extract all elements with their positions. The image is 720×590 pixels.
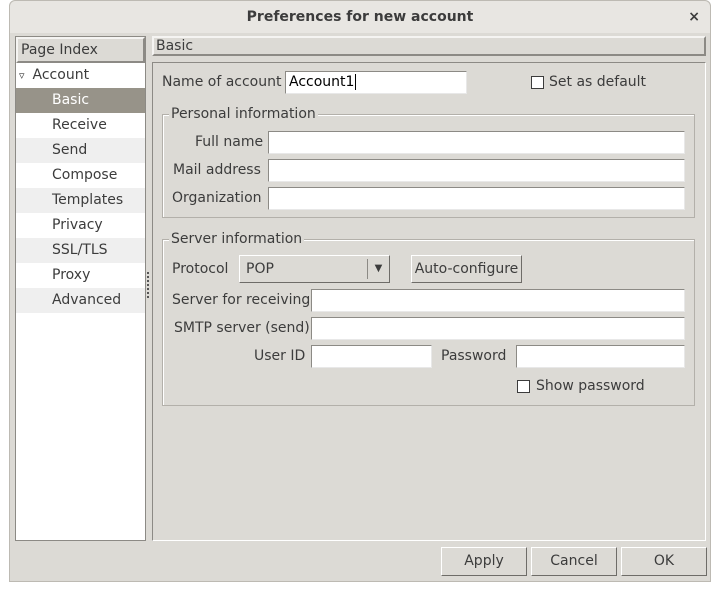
- pane-resize-handle[interactable]: [147, 272, 150, 298]
- protocol-dropdown[interactable]: POP ▼: [239, 255, 390, 283]
- server-receiving-input[interactable]: [311, 289, 685, 312]
- page-header: Basic: [152, 36, 706, 56]
- tree-item-basic[interactable]: Basic: [16, 88, 145, 113]
- protocol-label: Protocol: [172, 261, 229, 277]
- tree-item-label: Account: [32, 67, 90, 83]
- page-index-header[interactable]: Page Index: [16, 37, 145, 63]
- ok-button[interactable]: OK: [621, 547, 707, 576]
- mail-address-input[interactable]: [268, 159, 685, 182]
- tree-item-receive[interactable]: Receive: [16, 113, 145, 138]
- tree-item-advanced[interactable]: Advanced: [16, 288, 145, 313]
- server-receiving-label: Server for receiving: [172, 292, 311, 308]
- protocol-value: POP: [246, 261, 274, 277]
- show-password-label: Show password: [536, 378, 645, 394]
- tree-item-compose[interactable]: Compose: [16, 163, 145, 188]
- tree-item-proxy[interactable]: Proxy: [16, 263, 145, 288]
- auto-configure-button[interactable]: Auto-configure: [411, 255, 522, 283]
- organization-label: Organization: [172, 190, 262, 206]
- smtp-server-label: SMTP server (send): [174, 320, 310, 336]
- chevron-down-icon[interactable]: ▼: [367, 259, 389, 279]
- set-as-default-checkbox[interactable]: [531, 76, 544, 89]
- user-id-label: User ID: [254, 348, 306, 364]
- full-name-input[interactable]: [268, 131, 685, 154]
- page-index-panel: Page Index ▿ Account Basic Receive Send C…: [15, 36, 146, 541]
- personal-information-legend: Personal information: [169, 105, 318, 123]
- password-label: Password: [441, 348, 507, 364]
- input-value: Account1: [289, 74, 355, 90]
- tree-item-privacy[interactable]: Privacy: [16, 213, 145, 238]
- title-bar: Preferences for new account ×: [10, 1, 710, 33]
- name-of-account-label: Name of account: [162, 74, 282, 90]
- expander-icon[interactable]: ▿: [19, 69, 25, 82]
- tree-item-send[interactable]: Send: [16, 138, 145, 163]
- show-password-checkbox[interactable]: [517, 380, 530, 393]
- mail-address-label: Mail address: [173, 162, 261, 178]
- close-icon[interactable]: ×: [688, 1, 700, 33]
- server-information-legend: Server information: [169, 230, 305, 248]
- dialog-title: Preferences for new account: [246, 9, 474, 25]
- tree-item-templates[interactable]: Templates: [16, 188, 145, 213]
- apply-button[interactable]: Apply: [441, 547, 527, 576]
- user-id-input[interactable]: [311, 345, 432, 368]
- organization-input[interactable]: [268, 187, 685, 210]
- full-name-label: Full name: [195, 134, 264, 150]
- password-input[interactable]: [516, 345, 685, 368]
- cancel-button[interactable]: Cancel: [531, 547, 617, 576]
- tree-item-account[interactable]: ▿ Account: [16, 63, 145, 88]
- tree-item-ssl-tls[interactable]: SSL/TLS: [16, 238, 145, 263]
- name-of-account-input[interactable]: Account1: [285, 71, 467, 94]
- smtp-server-input[interactable]: [311, 317, 685, 340]
- set-as-default-label: Set as default: [549, 74, 647, 90]
